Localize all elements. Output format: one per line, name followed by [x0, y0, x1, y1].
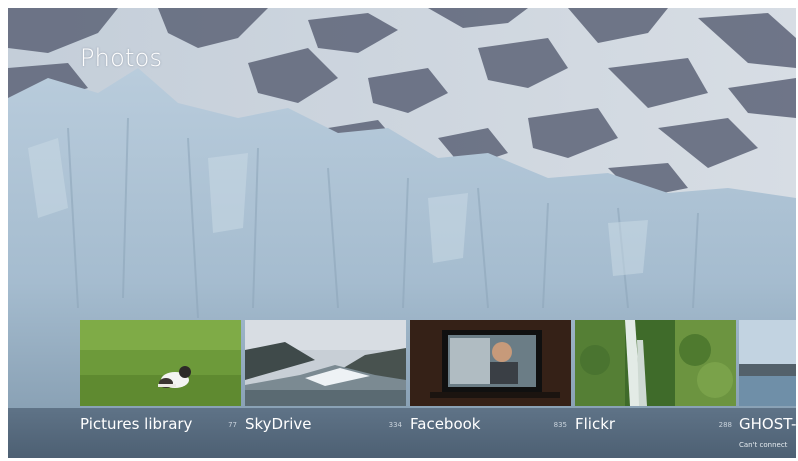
tile-count: 334: [388, 421, 402, 429]
tile-label: Facebook: [410, 415, 481, 433]
tile-flickr[interactable]: Flickr 288: [575, 320, 736, 455]
pictures-library-thumbnail: [80, 320, 241, 406]
app-title: Photos: [80, 44, 163, 72]
flickr-thumbnail: [575, 320, 736, 406]
facebook-thumbnail: [410, 320, 571, 406]
tile-status: Can't connect: [739, 441, 788, 449]
tile-skydrive[interactable]: SkyDrive 334: [245, 320, 406, 455]
tile-count: 288: [718, 421, 732, 429]
tile-facebook[interactable]: Facebook 835: [410, 320, 571, 455]
photos-app: Photos Pictures library 77 SkyDrive 334 …: [8, 8, 796, 458]
tile-ghost[interactable]: GHOST- Can't connect: [739, 320, 796, 455]
skydrive-thumbnail: [245, 320, 406, 406]
tile-label: Pictures library: [80, 415, 193, 433]
tile-label: Flickr: [575, 415, 616, 433]
tile-label: SkyDrive: [245, 415, 312, 433]
tile-count: 77: [228, 421, 237, 429]
tile-label: GHOST-: [739, 415, 796, 433]
ghost-thumbnail: [739, 320, 796, 406]
tile-count: 835: [553, 421, 567, 429]
tile-pictures-library[interactable]: Pictures library 77: [80, 320, 241, 455]
